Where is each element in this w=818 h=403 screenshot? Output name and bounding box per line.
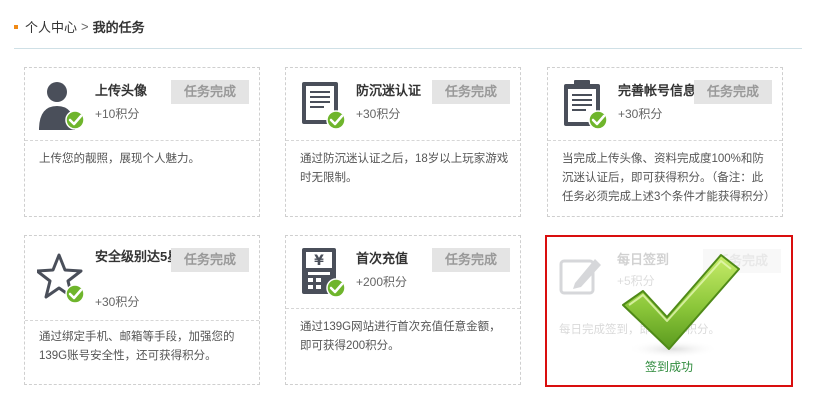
- header-divider: [14, 48, 802, 49]
- star-icon: [37, 253, 85, 304]
- atm-yen-icon: ¥: [302, 248, 346, 298]
- breadcrumb-separator: >: [81, 19, 89, 34]
- task-card-security-level: 安全级别达5星 +30积分 任务完成 通过绑定手机、邮箱等手段，加强您的139G…: [24, 235, 260, 385]
- big-checkmark-icon: [622, 254, 740, 358]
- task-title: 安全级别达5星: [95, 249, 181, 264]
- task-complete-button[interactable]: 任务完成: [432, 248, 510, 272]
- task-complete-button[interactable]: 任务完成: [171, 80, 249, 104]
- signin-success-text: 签到成功: [644, 360, 693, 374]
- breadcrumb-parent[interactable]: 个人中心: [25, 17, 77, 36]
- user-avatar-icon: [39, 82, 85, 130]
- task-description: 通过防沉迷认证之后，18岁以上玩家游戏时无限制。: [300, 153, 509, 184]
- task-card-anti-addiction: 防沉迷认证 +30积分 任务完成 通过防沉迷认证之后，18岁以上玩家游戏时无限制…: [285, 67, 521, 217]
- document-icon: [302, 82, 346, 130]
- svg-text:¥: ¥: [314, 253, 324, 269]
- task-points: +30积分: [95, 295, 140, 309]
- task-description: 通过139G网站进行首次充值任意金额，即可获得200积分。: [300, 321, 501, 352]
- task-title: 上传头像: [95, 83, 148, 98]
- task-complete-button[interactable]: 任务完成: [432, 80, 510, 104]
- breadcrumb: 个人中心 > 我的任务: [14, 17, 145, 36]
- task-description: 通过绑定手机、邮箱等手段，加强您的139G账号安全性，还可获得积分。: [39, 331, 235, 362]
- task-description: 上传您的靓照，展现个人魅力。: [39, 153, 200, 165]
- task-points: +30积分: [356, 107, 401, 121]
- task-title: 首次充值: [356, 251, 409, 266]
- task-points: +10积分: [95, 107, 140, 121]
- task-card-upload-avatar: 上传头像 +10积分 任务完成 上传您的靓照，展现个人魅力。: [24, 67, 260, 217]
- task-title: 防沉迷认证: [356, 83, 422, 98]
- task-card-account-info: 完善帐号信息 +30积分 任务完成 当完成上传头像、资料完成度100%和防沉迷认…: [547, 67, 783, 217]
- edit-pencil-icon: [559, 259, 601, 295]
- task-points: +30积分: [618, 107, 663, 121]
- bullet-icon: [14, 24, 18, 29]
- clipboard-icon: [564, 80, 608, 130]
- task-description: 当完成上传头像、资料完成度100%和防沉迷认证后，即可获得积分。（备注：此任务必…: [562, 153, 776, 203]
- task-card-daily-signin: 每日签到 +5积分 任务完成 每日完成签到，即可获得积分。 签到成功: [545, 235, 793, 387]
- task-complete-button[interactable]: 任务完成: [694, 80, 772, 104]
- breadcrumb-current: 我的任务: [92, 20, 145, 35]
- task-complete-button[interactable]: 任务完成: [171, 248, 249, 272]
- task-card-first-recharge: ¥ 首次充值 +200积分 任务完成 通过139G网站进行首次充值任意金额，即可…: [285, 235, 521, 385]
- task-points: +200积分: [356, 275, 408, 289]
